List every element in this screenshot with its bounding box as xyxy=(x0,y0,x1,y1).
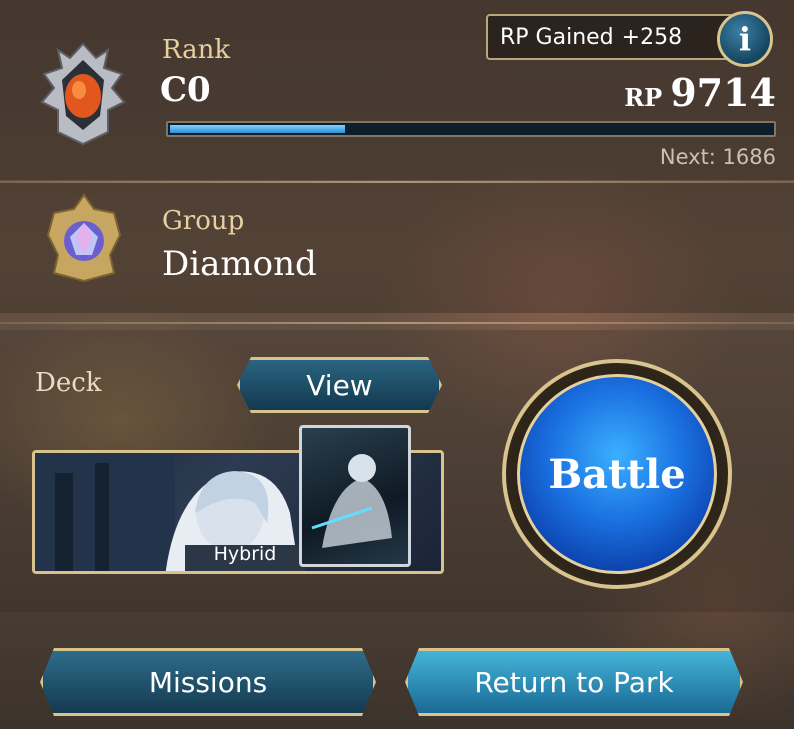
rp-gained-label: RP Gained xyxy=(500,24,614,50)
rp-gained-box: RP Gained +258 xyxy=(486,14,738,60)
rp-total: RP 9714 xyxy=(624,70,776,115)
deck-label: Deck xyxy=(35,368,102,398)
group-value: Diamond xyxy=(162,244,317,284)
missions-button[interactable]: Missions xyxy=(40,648,376,716)
rank-label: Rank xyxy=(162,35,231,65)
rank-emblem-icon xyxy=(40,42,126,146)
rp-value: 9714 xyxy=(670,70,776,115)
battle-button[interactable]: Battle xyxy=(517,374,717,574)
return-to-park-button[interactable]: Return to Park xyxy=(405,648,743,716)
battle-button-label: Battle xyxy=(548,450,686,498)
deck-type-label: Hybrid xyxy=(213,543,277,565)
view-deck-button[interactable]: View xyxy=(237,357,442,413)
rp-gained-value: +258 xyxy=(621,24,683,50)
missions-button-label: Missions xyxy=(148,665,268,699)
rank-value: C0 xyxy=(160,70,211,110)
return-button-label: Return to Park xyxy=(474,665,674,699)
rank-progress-fill xyxy=(170,125,345,133)
next-rank-text: Next: 1686 xyxy=(659,145,776,169)
info-icon: i xyxy=(738,20,752,58)
diamond-emblem-icon xyxy=(46,193,122,283)
info-button[interactable]: i xyxy=(717,11,773,67)
deck-card-thumbnail xyxy=(299,425,411,567)
rp-unit: RP xyxy=(624,83,663,112)
card-art xyxy=(311,454,392,548)
divider xyxy=(0,322,794,324)
rank-progress-bar xyxy=(166,121,776,137)
view-button-label: View xyxy=(306,368,373,402)
group-label: Group xyxy=(162,206,245,236)
